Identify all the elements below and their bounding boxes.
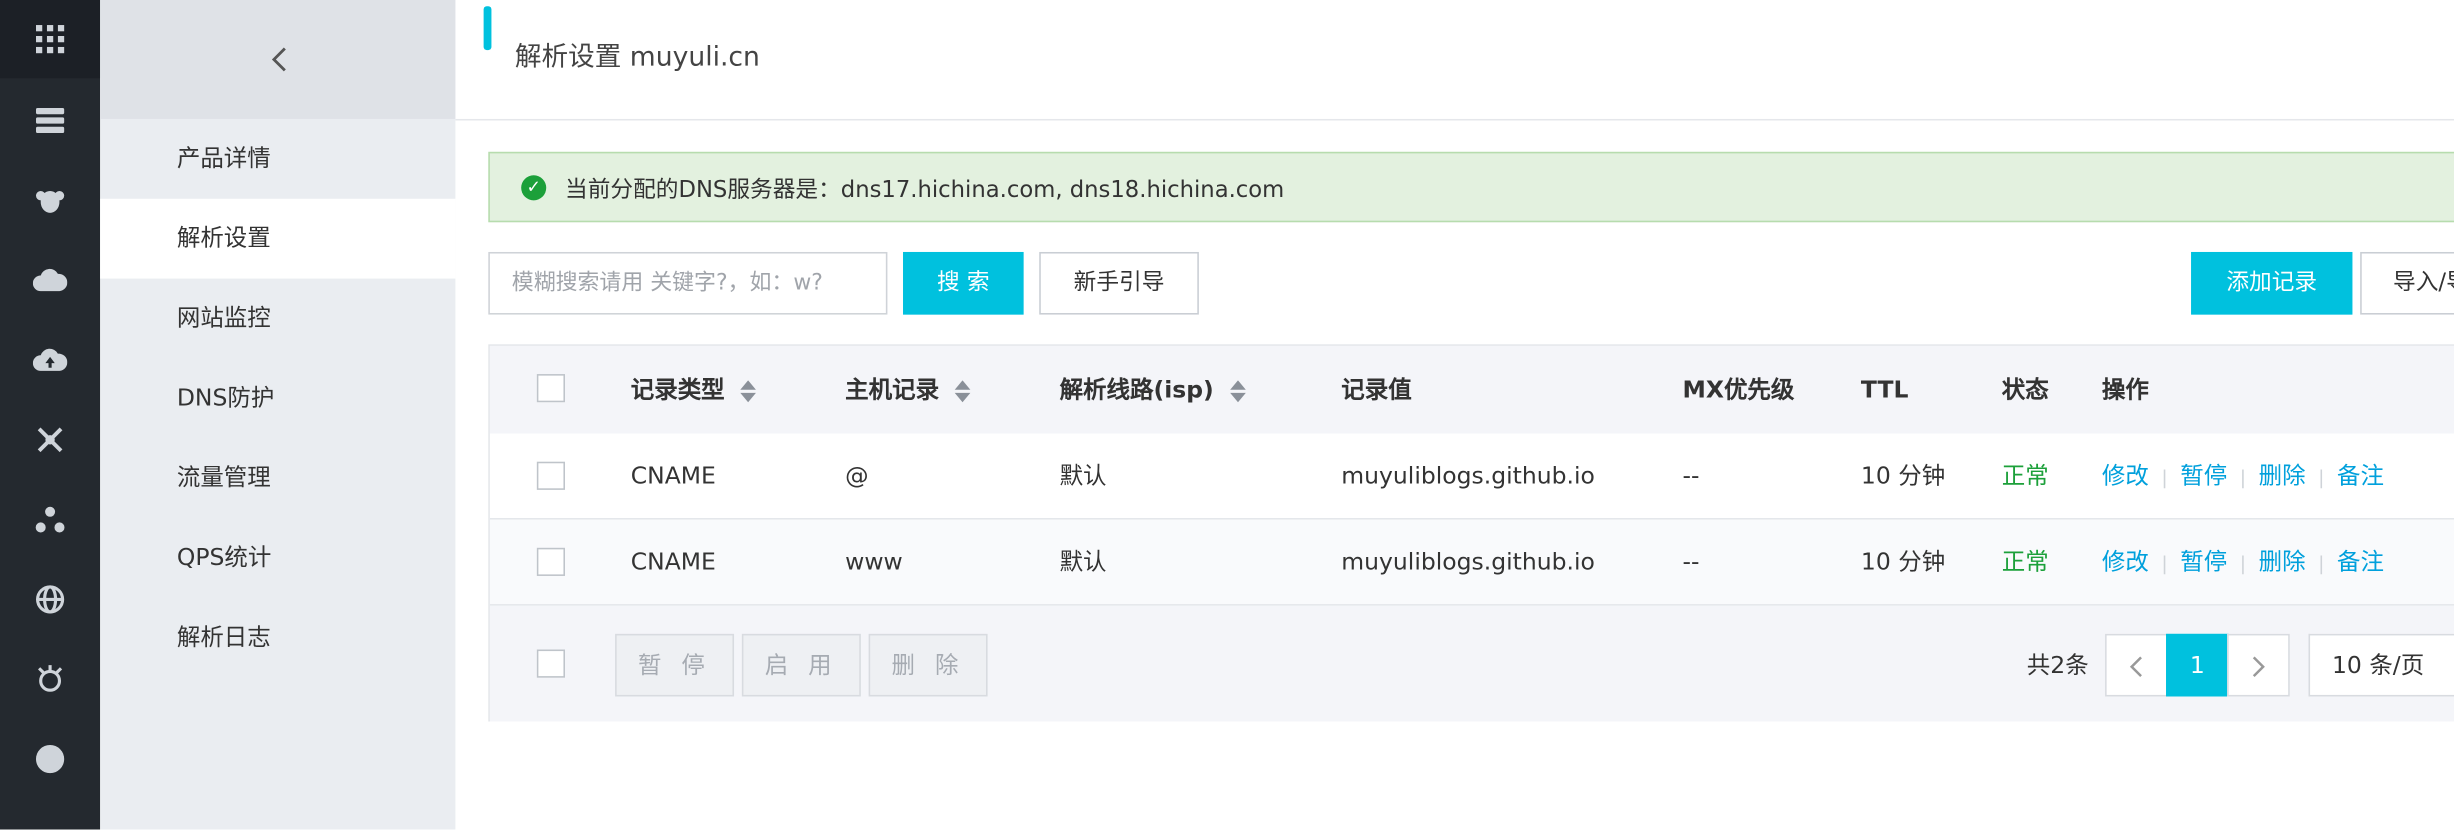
bulk-enable-button[interactable]: 启 用: [741, 633, 861, 697]
collapse-back-button[interactable]: [100, 0, 456, 119]
monkey-icon[interactable]: [0, 169, 100, 232]
status-text: 正常: [2001, 547, 2049, 576]
ttl: 10 分钟: [1860, 461, 1946, 490]
search-input[interactable]: [488, 251, 888, 315]
cloud-upload-icon[interactable]: [0, 329, 100, 392]
ttl: 10 分钟: [1860, 547, 1946, 576]
sidebar-item-qps-stats[interactable]: QPS统计: [100, 518, 455, 598]
delete-link[interactable]: 删除: [2259, 462, 2306, 490]
sort-icon[interactable]: [1229, 376, 1246, 404]
table-row: CNAME @ 默认 muyuliblogs.github.io -- 10 分…: [489, 433, 2454, 520]
column-header-record-type[interactable]: 记录类型: [631, 346, 756, 434]
sidebar-item-dns-logs[interactable]: 解析日志: [100, 598, 455, 678]
record-value: muyuliblogs.github.io: [1341, 461, 1595, 490]
network-icon[interactable]: [0, 408, 100, 471]
icon-rail: [0, 0, 101, 830]
sort-icon[interactable]: [740, 376, 756, 404]
dns-server-notice: ✓ 当前分配的DNS服务器是：dns17.hichina.com, dns18.…: [488, 151, 2454, 223]
row-actions: 修改 | 暂停 | 删除 | 备注: [2101, 547, 2384, 576]
row-actions: 修改 | 暂停 | 删除 | 备注: [2101, 461, 2384, 490]
cluster-icon[interactable]: [0, 488, 100, 551]
page-1-button[interactable]: 1: [2166, 633, 2229, 697]
pause-link[interactable]: 暂停: [2180, 462, 2227, 490]
page-size-select[interactable]: 10 条/页: [2308, 633, 2454, 697]
sidebar-item-dns-protection[interactable]: DNS防护: [100, 358, 455, 438]
chevron-left-icon: [271, 47, 286, 72]
import-export-button[interactable]: 导入/导出: [2360, 251, 2454, 315]
record-type: CNAME: [630, 547, 716, 576]
guide-button[interactable]: 新手引导: [1039, 251, 1199, 315]
delete-link[interactable]: 删除: [2259, 548, 2306, 576]
edit-link[interactable]: 修改: [2102, 462, 2149, 490]
title-accent-bar: [483, 6, 492, 51]
prev-page-button[interactable]: [2105, 633, 2168, 697]
select-all-footer-checkbox[interactable]: [536, 649, 566, 678]
pause-link[interactable]: 暂停: [2180, 548, 2227, 576]
total-count: 共2条: [2026, 651, 2089, 680]
sort-icon[interactable]: [954, 376, 971, 404]
cloud-icon[interactable]: [0, 249, 100, 312]
settings-bug-icon[interactable]: [0, 648, 100, 711]
mx-priority: --: [1682, 461, 1700, 490]
apps-grid-icon[interactable]: [0, 0, 101, 79]
edit-link[interactable]: 修改: [2102, 548, 2149, 576]
host-record: www: [845, 547, 903, 576]
notice-text: 当前分配的DNS服务器是：dns17.hichina.com, dns18.hi…: [565, 178, 1285, 204]
select-all-checkbox[interactable]: [536, 374, 566, 403]
dns-records-table: 记录类型 主机记录 解析线路(isp) 记录值 MX优先级 TTL 状态 操作 …: [488, 344, 2454, 722]
sidebar-item-site-monitor[interactable]: 网站监控: [100, 279, 455, 359]
status-text: 正常: [2001, 461, 2049, 490]
sidebar-item-traffic-management[interactable]: 流量管理: [100, 438, 455, 518]
remark-link[interactable]: 备注: [2337, 462, 2384, 490]
mx-priority: --: [1682, 547, 1700, 576]
sidebar-item-dns-settings[interactable]: 解析设置: [100, 198, 456, 279]
resolve-line: 默认: [1059, 547, 1107, 576]
row-checkbox[interactable]: [536, 461, 566, 490]
page-size-value: 10 条/页: [2331, 651, 2425, 680]
record-type: CNAME: [630, 461, 716, 490]
sidebar-item-product-detail[interactable]: 产品详情: [100, 119, 455, 199]
sub-navigation: 产品详情 解析设置 网站监控 DNS防护 流量管理 QPS统计 解析日志: [100, 0, 456, 830]
table-row: CNAME www 默认 muyuliblogs.github.io -- 10…: [489, 519, 2454, 606]
remark-link[interactable]: 备注: [2337, 548, 2384, 576]
column-header-value: 记录值: [1341, 375, 1412, 404]
bulk-delete-button[interactable]: 删 除: [868, 633, 988, 697]
server-icon[interactable]: [0, 89, 100, 152]
chevron-left-icon: [2129, 655, 2142, 677]
column-header-mx: MX优先级: [1682, 375, 1795, 404]
chevron-right-icon: [2252, 655, 2265, 677]
bulk-pause-button[interactable]: 暂 停: [615, 633, 735, 697]
row-checkbox[interactable]: [536, 547, 566, 576]
add-record-button[interactable]: 添加记录: [2191, 251, 2353, 315]
host-record: @: [845, 461, 869, 490]
table-header: 记录类型 主机记录 解析线路(isp) 记录值 MX优先级 TTL 状态 操作: [489, 345, 2454, 436]
check-circle-icon: ✓: [521, 175, 547, 201]
column-header-ttl: TTL: [1860, 375, 1909, 404]
page-header: 解析设置 muyuli.cn: [455, 0, 2454, 121]
main-content: 解析设置 muyuli.cn ✓ 当前分配的DNS服务器是：dns17.hich…: [455, 0, 2454, 830]
column-header-host[interactable]: 主机记录: [845, 346, 971, 434]
resolve-line: 默认: [1059, 461, 1107, 490]
globe-icon[interactable]: [0, 568, 100, 631]
column-header-line[interactable]: 解析线路(isp): [1060, 346, 1246, 434]
table-footer: 暂 停 启 用 删 除 共2条 1 10 条/页: [489, 605, 2454, 722]
page-title: 解析设置 muyuli.cn: [514, 42, 760, 74]
column-header-status: 状态: [2001, 375, 2049, 404]
record-value: muyuliblogs.github.io: [1341, 547, 1595, 576]
column-header-actions: 操作: [2101, 375, 2149, 404]
circle-icon[interactable]: [0, 728, 100, 791]
next-page-button[interactable]: [2227, 633, 2290, 697]
search-button[interactable]: 搜 索: [903, 251, 1024, 315]
